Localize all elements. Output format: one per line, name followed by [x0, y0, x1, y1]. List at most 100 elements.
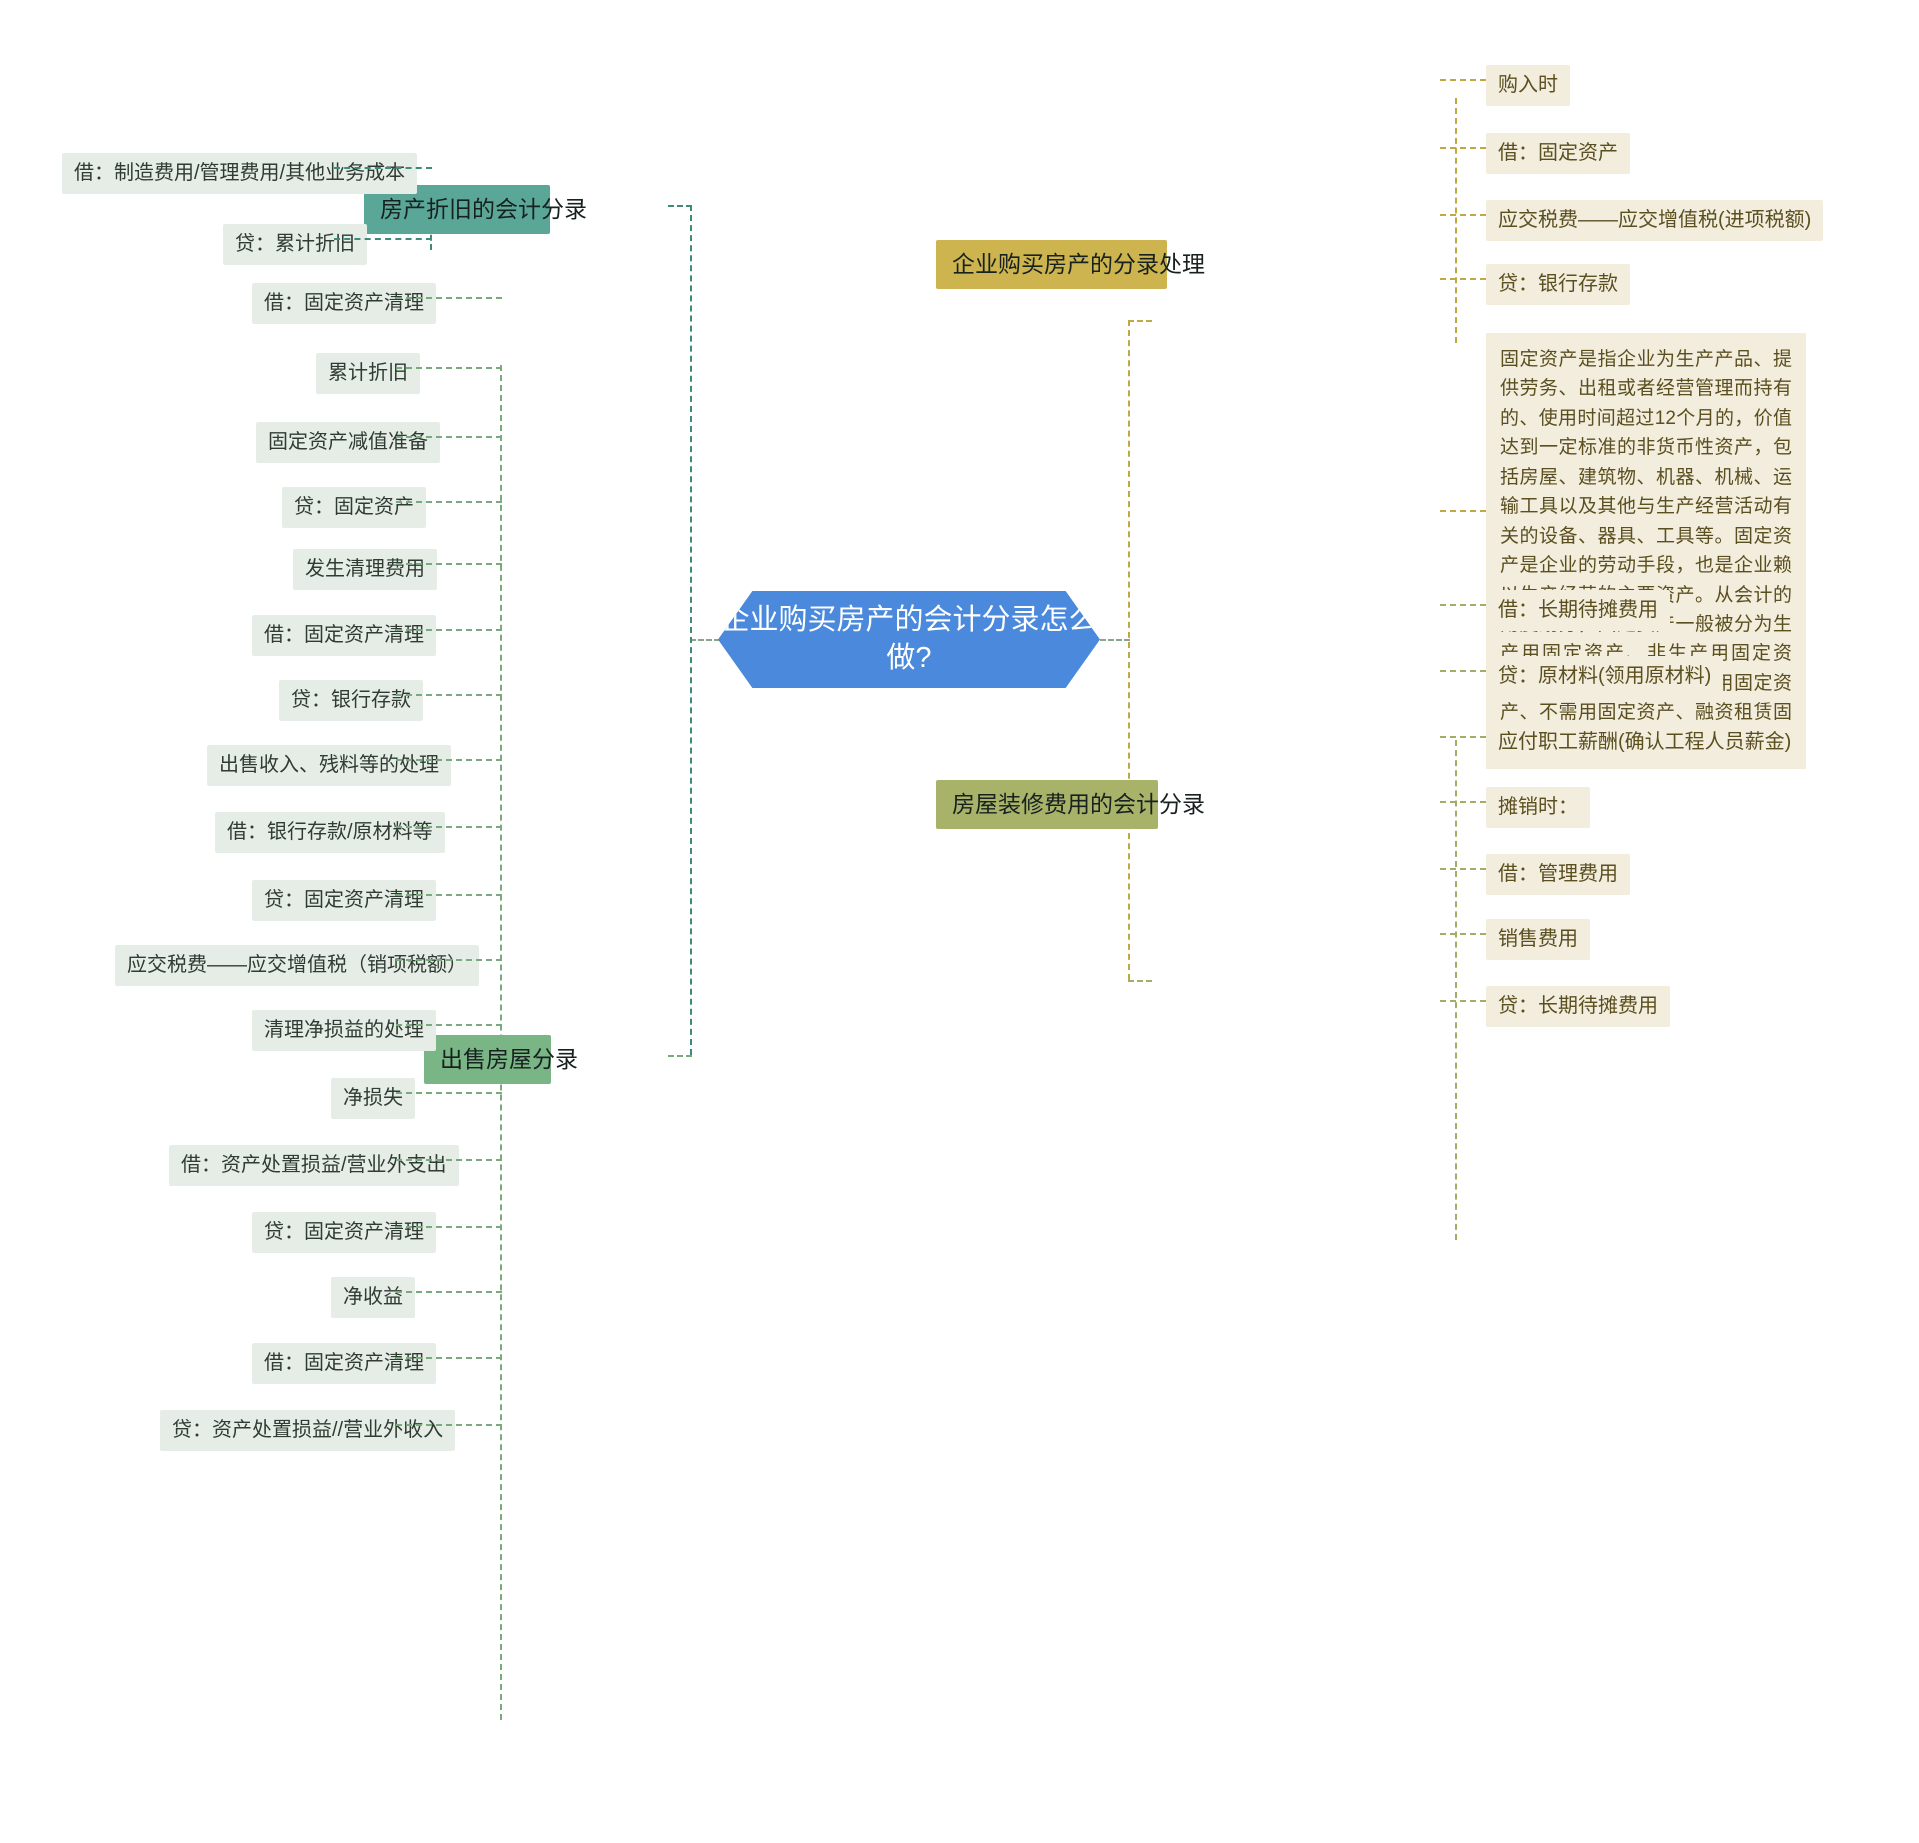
connector-leaf	[396, 1291, 502, 1293]
leaf-label: 贷：累计折旧	[235, 233, 355, 255]
leaf-label: 应付职工薪酬(确认工程人员薪金)	[1498, 731, 1792, 753]
connector-leaf	[396, 629, 502, 631]
leaf-label: 净收益	[343, 1286, 403, 1308]
connector-leaf	[396, 297, 502, 299]
leaf-item[interactable]: 累计折旧	[316, 353, 420, 394]
leaf-label: 贷：原材料(领用原材料)	[1498, 665, 1712, 687]
connector-leaf	[1440, 1000, 1486, 1002]
leaf-label: 借：固定资产清理	[264, 292, 424, 314]
leaf-item[interactable]: 借：管理费用	[1486, 854, 1630, 895]
connector-leaf	[396, 367, 502, 369]
leaf-label: 借：固定资产清理	[264, 1352, 424, 1374]
leaf-item[interactable]: 借：资产处置损益/营业外支出	[169, 1145, 459, 1186]
connector-leaf	[396, 759, 502, 761]
leaf-item[interactable]: 应付职工薪酬(确认工程人员薪金)	[1486, 722, 1804, 763]
connector-leaf	[396, 563, 502, 565]
leaf-item[interactable]: 贷：固定资产清理	[252, 1212, 436, 1253]
connector-leaf	[396, 1024, 502, 1026]
leaf-item[interactable]: 贷：固定资产	[282, 487, 426, 528]
leaf-label: 发生清理费用	[305, 558, 425, 580]
leaf-label: 销售费用	[1498, 928, 1578, 950]
connector-leaf	[1440, 278, 1486, 280]
leaf-item[interactable]: 借：银行存款/原材料等	[215, 812, 445, 853]
leaf-item[interactable]: 借：固定资产清理	[252, 615, 436, 656]
branch-qiye-goumai[interactable]: 企业购买房产的分录处理	[936, 240, 1205, 289]
leaf-item[interactable]: 发生清理费用	[293, 549, 437, 590]
branch-label: 企业购买房产的分录处理	[952, 251, 1205, 277]
leaf-label: 借：固定资产清理	[264, 624, 424, 646]
branch-label: 房产折旧的会计分录	[380, 196, 587, 222]
branch-label: 出售房屋分录	[440, 1046, 578, 1072]
leaf-item[interactable]: 出售收入、残料等的处理	[207, 745, 451, 786]
leaf-label: 贷：银行存款	[1498, 273, 1618, 295]
leaf-label: 借：固定资产	[1498, 142, 1618, 164]
leaf-item[interactable]: 销售费用	[1486, 919, 1590, 960]
leaf-label: 固定资产减值准备	[268, 431, 428, 453]
connector-leaf	[1440, 670, 1486, 672]
branch-fangwu-zhuangxiu[interactable]: 房屋装修费用的会计分录	[936, 780, 1205, 829]
leaf-item[interactable]: 贷：累计折旧	[223, 224, 367, 265]
connector-leaf	[1440, 933, 1486, 935]
leaf-label: 贷：固定资产清理	[264, 889, 424, 911]
leaf-item[interactable]: 借：固定资产清理	[252, 1343, 436, 1384]
leaf-item[interactable]: 贷：原材料(领用原材料)	[1486, 656, 1724, 697]
connector-leaf	[1440, 801, 1486, 803]
connector-leaf	[1440, 147, 1486, 149]
leaf-label: 借：资产处置损益/营业外支出	[181, 1154, 447, 1176]
leaf-item[interactable]: 净收益	[331, 1277, 415, 1318]
connector-leaf	[1440, 214, 1486, 216]
connector-central-left	[690, 639, 720, 641]
leaf-label: 应交税费——应交增值税（销项税额）	[127, 954, 467, 976]
central-topic-label: 企业购买房产的会计分录怎么做?	[720, 603, 1098, 674]
connector-leaf	[396, 694, 502, 696]
leaf-label: 应交税费——应交增值税(进项税额)	[1498, 209, 1812, 231]
leaf-item[interactable]: 贷：固定资产清理	[252, 880, 436, 921]
definition-note: 固定资产是指企业为生产产品、提供劳务、出租或者经营管理而持有的、使用时间超过12…	[1486, 333, 1806, 770]
connector-leaf	[1440, 736, 1486, 738]
connector-leaf	[1440, 604, 1486, 606]
connector-leaf	[396, 959, 502, 961]
connector-leaf	[396, 436, 502, 438]
connector-right-branch1-stub	[1128, 320, 1152, 322]
leaf-item[interactable]: 借：固定资产清理	[252, 283, 436, 324]
central-topic[interactable]: 企业购买房产的会计分录怎么做?	[718, 591, 1100, 688]
leaf-item[interactable]: 借：制造费用/管理费用/其他业务成本	[62, 153, 418, 194]
leaf-item[interactable]: 应交税费——应交增值税(进项税额)	[1486, 200, 1824, 241]
connector-note	[1440, 510, 1486, 512]
branch-chushou-fangwu[interactable]: 出售房屋分录	[424, 1035, 578, 1084]
connector-leaf	[396, 894, 502, 896]
leaf-item[interactable]: 清理净损益的处理	[252, 1010, 436, 1051]
connector-leaf	[396, 1092, 502, 1094]
connector-leaf	[1440, 868, 1486, 870]
leaf-item[interactable]: 应交税费——应交增值税（销项税额）	[115, 945, 479, 986]
leaf-item[interactable]: 摊销时：	[1486, 787, 1590, 828]
leaf-label: 借：制造费用/管理费用/其他业务成本	[74, 162, 406, 184]
leaf-item[interactable]: 贷：银行存款	[279, 680, 423, 721]
leaf-label: 借：银行存款/原材料等	[227, 821, 433, 843]
connector-left-branch1-stub	[668, 205, 692, 207]
connector-leaf	[396, 1226, 502, 1228]
connector-leaf	[334, 238, 432, 240]
leaf-item[interactable]: 借：长期待摊费用	[1486, 590, 1670, 631]
leaf-item[interactable]: 购入时	[1486, 65, 1570, 106]
leaf-label: 贷：固定资产清理	[264, 1221, 424, 1243]
connector-leaf	[396, 826, 502, 828]
connector-right-branch2-stub	[1128, 980, 1152, 982]
leaf-label: 借：管理费用	[1498, 863, 1618, 885]
mindmap-canvas: 企业购买房产的会计分录怎么做? 房产折旧的会计分录 出售房屋分录 企业购买房产的…	[0, 0, 1919, 1843]
connector-right-trunk	[1128, 320, 1130, 980]
leaf-item[interactable]: 固定资产减值准备	[256, 422, 440, 463]
connector-leaf	[396, 1159, 502, 1161]
leaf-label: 借：长期待摊费用	[1498, 599, 1658, 621]
leaf-item[interactable]: 贷：银行存款	[1486, 264, 1630, 305]
connector-branch4-children-trunk	[1455, 740, 1457, 1240]
leaf-item[interactable]: 净损失	[331, 1078, 415, 1119]
leaf-label: 净损失	[343, 1087, 403, 1109]
leaf-label: 贷：资产处置损益//营业外收入	[172, 1419, 444, 1441]
leaf-item[interactable]: 借：固定资产	[1486, 133, 1630, 174]
leaf-item[interactable]: 贷：长期待摊费用	[1486, 986, 1670, 1027]
leaf-label: 摊销时：	[1498, 796, 1578, 818]
connector-leaf	[396, 501, 502, 503]
leaf-item[interactable]: 贷：资产处置损益//营业外收入	[160, 1410, 456, 1451]
connector-left-branch2-stub	[668, 1055, 692, 1057]
